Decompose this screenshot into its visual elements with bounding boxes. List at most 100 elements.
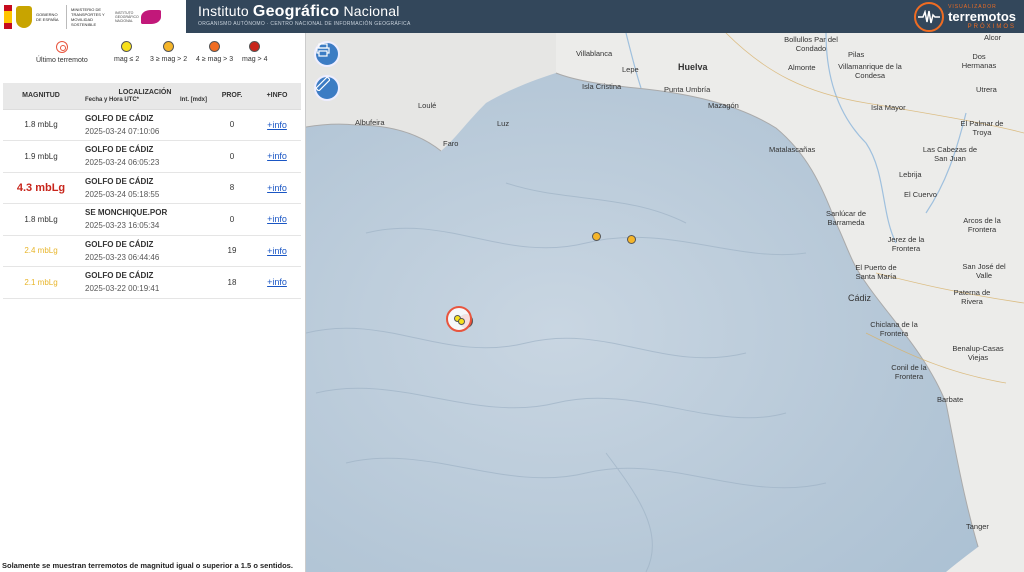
prof-cell: 19	[211, 235, 253, 267]
mag-cell: 2.1 mbLg	[3, 266, 79, 299]
ign-text: INSTITUTO GEOGRÁFICO NACIONAL	[115, 10, 139, 23]
legend-item: 4 ≥ mag > 3	[196, 41, 233, 63]
info-link[interactable]: +info	[267, 183, 287, 193]
title-bold: Geográfico	[252, 3, 340, 20]
print-button[interactable]	[314, 41, 340, 67]
legend-label: 3 ≥ mag > 2	[150, 56, 188, 63]
info-link[interactable]: +info	[267, 151, 287, 161]
mag-dot-icon	[249, 41, 261, 52]
table-row[interactable]: 4.3 mbLg GOLFO DE CÁDIZ 2025-03-24 05:18:…	[3, 172, 301, 204]
earthquake-marker[interactable]	[627, 235, 636, 244]
map-label: Huelva	[678, 62, 708, 72]
legend-item: mag ≤ 2	[114, 41, 139, 63]
loc-cell: GOLFO DE CÁDIZ 2025-03-24 07:10:06	[79, 109, 211, 141]
loc-cell: GOLFO DE CÁDIZ 2025-03-24 06:05:23	[79, 140, 211, 173]
mag-cell: 1.9 mbLg	[3, 140, 79, 173]
mag-dot-icon	[163, 41, 175, 52]
quake-date: 2025-03-24 06:05:23	[85, 158, 160, 168]
legend: Último terremoto mag ≤ 2 3 ≥ mag > 2 4 ≥…	[0, 41, 306, 81]
col-prof[interactable]: PROF.	[211, 83, 253, 110]
measure-button[interactable]	[314, 75, 340, 101]
mag-dot-icon	[209, 41, 221, 52]
info-link[interactable]: +info	[267, 246, 287, 256]
mag-cell: 2.4 mbLg	[3, 235, 79, 267]
col-info: +INFO	[253, 83, 301, 110]
last-quake-icon	[55, 41, 68, 53]
map-label: Tanger	[966, 522, 989, 531]
map-label: Dos Hermanas	[961, 52, 997, 70]
table-row[interactable]: 1.9 mbLg GOLFO DE CÁDIZ 2025-03-24 06:05:…	[3, 140, 301, 173]
title-part: Nacional	[339, 3, 400, 19]
legend-item: mag > 4	[242, 41, 268, 63]
map-label: Pilas	[848, 50, 865, 59]
map-label: Lepe	[622, 65, 639, 74]
mag-cell: 1.8 mbLg	[3, 109, 79, 141]
map-label: San José del Valle	[962, 262, 1006, 280]
table-row[interactable]: 1.8 mbLg SE MONCHIQUE.POR 2025-03-23 16:0…	[3, 203, 301, 236]
info-link[interactable]: +info	[267, 277, 287, 287]
map-label: El Palmar de Troya	[960, 119, 1004, 137]
prof-cell: 18	[211, 266, 253, 299]
prof-cell: 0	[211, 140, 253, 173]
col-localizacion[interactable]: LOCALIZACIÓN Fecha y Hora UTC* Int. [mdx]	[79, 83, 211, 110]
place-name: GOLFO DE CÁDIZ	[85, 113, 154, 123]
info-cell: +info	[253, 109, 301, 141]
loc-cell: SE MONCHIQUE.POR 2025-03-23 16:05:34	[79, 203, 211, 236]
legend-last-quake: Último terremoto	[36, 41, 88, 64]
map-label: El Puerto de Santa María	[855, 263, 897, 281]
info-link[interactable]: +info	[267, 120, 287, 130]
map-label: Punta Umbría	[664, 85, 711, 94]
map-label: Arcos de la Frontera	[963, 216, 1001, 234]
prof-cell: 0	[211, 203, 253, 236]
earthquake-panel: Último terremoto mag ≤ 2 3 ≥ mag > 2 4 ≥…	[0, 33, 306, 572]
map-label: Mazagón	[708, 101, 739, 110]
map-label: Barbate	[937, 395, 964, 404]
map-label: Sanlúcar de Barrameda	[825, 209, 867, 227]
earthquake-marker[interactable]	[592, 232, 601, 241]
seismograph-icon	[914, 2, 945, 32]
table-row[interactable]: 2.1 mbLg GOLFO DE CÁDIZ 2025-03-22 00:19:…	[3, 266, 301, 299]
map-label: Benalup-Casas Viejas	[952, 344, 1004, 362]
header-bar: GOBIERNO DE ESPAÑA MINISTERIO DE TRANSPO…	[0, 0, 1024, 33]
map-label: Almonte	[788, 63, 816, 72]
map-label: Chiclana de la Frontera	[870, 320, 918, 338]
info-link[interactable]: +info	[267, 214, 287, 224]
mag-cell: 1.8 mbLg	[3, 203, 79, 236]
map-label: Lebrija	[899, 170, 922, 179]
place-name: GOLFO DE CÁDIZ	[85, 145, 154, 155]
legend-item: 3 ≥ mag > 2	[150, 41, 187, 63]
map-view[interactable]: Villablanca Lepe Huelva Isla Cristina Pu…	[306, 33, 1024, 572]
table-row[interactable]: 2.4 mbLg GOLFO DE CÁDIZ 2025-03-23 06:44:…	[3, 235, 301, 267]
map-label: Conil de la Frontera	[891, 363, 927, 381]
place-name: GOLFO DE CÁDIZ	[85, 239, 154, 249]
earthquake-marker[interactable]	[458, 318, 465, 325]
col-magnitud[interactable]: MAGNITUD	[3, 83, 79, 110]
quake-date: 2025-03-24 07:10:06	[85, 126, 160, 136]
quake-date: 2025-03-23 16:05:34	[85, 221, 160, 231]
col-fecha-label: Fecha y Hora UTC*	[85, 96, 140, 103]
map-label: Cádiz	[848, 293, 872, 303]
legend-label: 4 ≥ mag > 3	[196, 56, 234, 63]
map-label: Alcor	[984, 33, 1002, 42]
map-label: Las Cabezas de San Juan	[922, 145, 978, 163]
info-cell: +info	[253, 203, 301, 236]
table-row[interactable]: 1.8 mbLg GOLFO DE CÁDIZ 2025-03-24 07:10:…	[3, 109, 301, 141]
map-label: Bollullos Par del Condado	[784, 35, 838, 53]
quake-date: 2025-03-24 05:18:55	[85, 189, 160, 199]
footer-note: Solamente se muestran terremotos de magn…	[2, 561, 293, 570]
mag-cell: 4.3 mbLg	[3, 172, 79, 204]
map-label: Utrera	[976, 85, 997, 94]
quake-date: 2025-03-23 06:44:46	[85, 252, 160, 262]
place-name: SE MONCHIQUE.POR	[85, 208, 168, 218]
spain-flag-icon	[4, 4, 12, 29]
map-label: Villablanca	[576, 49, 613, 58]
ign-subtitle: ORGANISMO AUTÓNOMO · CENTRO NACIONAL DE …	[198, 21, 411, 27]
info-cell: +info	[253, 172, 301, 204]
gov-logos: GOBIERNO DE ESPAÑA MINISTERIO DE TRANSPO…	[0, 0, 186, 33]
print-icon	[316, 43, 330, 57]
col-localizacion-label: LOCALIZACIÓN	[118, 88, 172, 96]
map-label: Isla Mayor	[871, 103, 906, 112]
map-label: Villamanrique de la Condesa	[838, 62, 902, 80]
ministry-text: MINISTERIO DE TRANSPORTES Y MOVILIDAD SO…	[71, 6, 105, 27]
brand-main: terremotos	[948, 9, 1016, 24]
